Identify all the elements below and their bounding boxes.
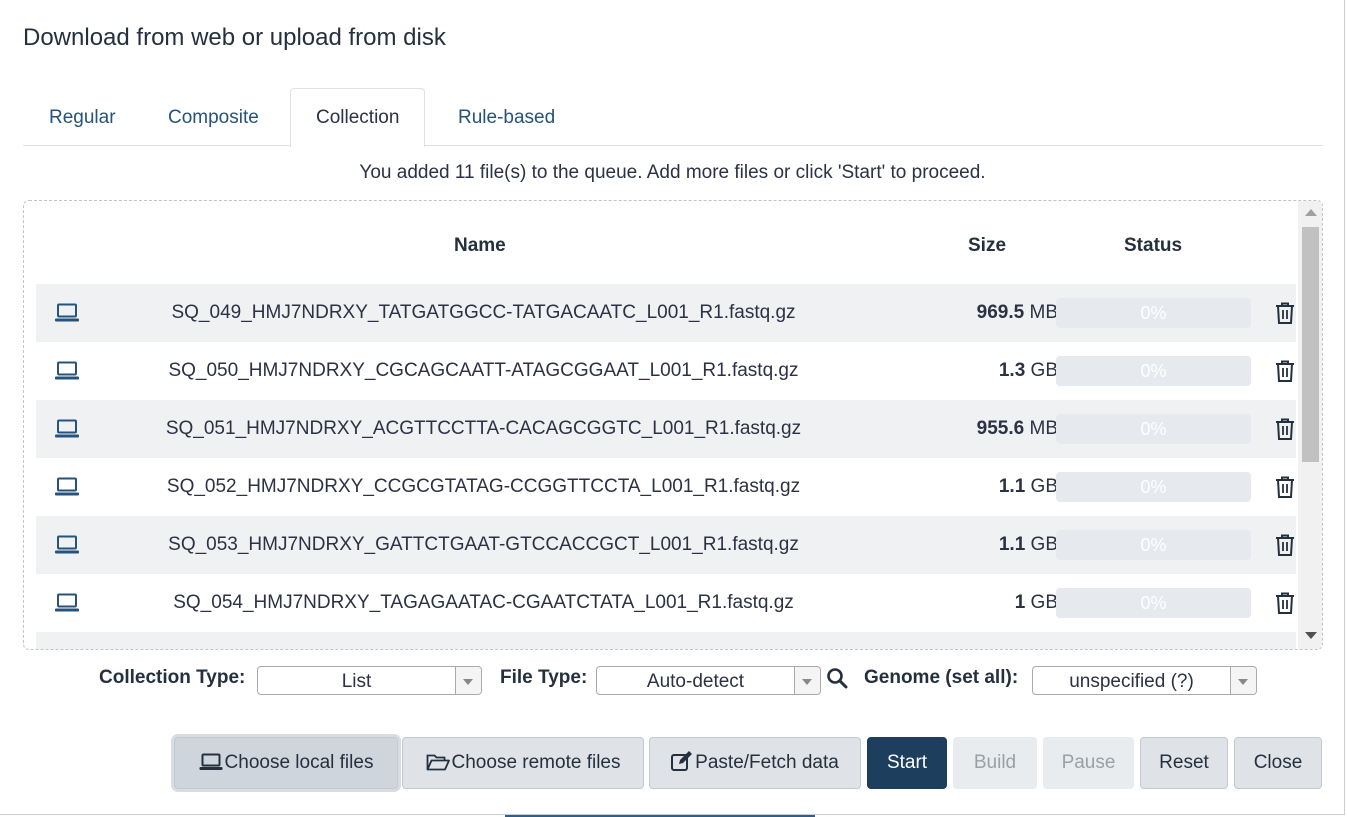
genome-label: Genome (set all): [864,667,1019,688]
choose-local-files-label: Choose local files [224,752,374,773]
table-row-partial [36,632,1296,649]
file-type-label: File Type: [500,667,588,688]
file-list: SQ_049_HMJ7NDRXY_TATGATGGCC-TATGACAATC_L… [36,284,1296,649]
search-icon[interactable] [826,667,848,689]
file-size-value: 1.1 [998,476,1026,497]
column-header-size: Size [968,235,1007,256]
collection-type-value: List [341,671,372,692]
laptop-icon[interactable] [54,419,80,439]
file-size: 1.1 GB [866,534,1058,556]
laptop-icon[interactable] [54,535,80,555]
button-bar: Choose local files Choose remote files P… [0,737,1345,789]
table-row: SQ_053_HMJ7NDRXY_GATTCTGAAT-GTCCACCGCT_L… [36,516,1296,574]
file-size-value: 955.6 [976,418,1025,439]
collection-type-dropdown-button[interactable] [455,667,481,694]
dialog-title: Download from web or upload from disk [23,24,446,51]
table-row: SQ_049_HMJ7NDRXY_TATGATGGCC-TATGACAATC_L… [36,284,1296,342]
file-name: SQ_051_HMJ7NDRXY_ACGTTCCTTA-CACAGCGGTC_L… [165,418,802,439]
choose-remote-files-label: Choose remote files [451,752,621,773]
file-name: SQ_054_HMJ7NDRXY_TAGAGAATAC-CGAATCTATA_L… [173,592,794,613]
file-name: SQ_052_HMJ7NDRXY_CCGCGTATAG-CCGGTTCCTA_L… [166,476,801,497]
file-size: 1 GB [866,592,1058,614]
chevron-down-icon [802,679,812,685]
scroll-up-arrow-icon[interactable] [1305,209,1317,216]
upload-progress-bar: 0% [1056,588,1251,618]
paste-fetch-button[interactable]: Paste/Fetch data [649,737,861,789]
table-header: Name Size Status [36,235,1296,265]
upload-progress-bar: 0% [1056,530,1251,560]
reset-button[interactable]: Reset [1140,737,1228,789]
upload-progress-bar: 0% [1056,414,1251,444]
laptop-icon[interactable] [54,361,80,381]
genome-value: unspecified (?) [1069,671,1194,692]
choose-remote-files-button[interactable]: Choose remote files [402,737,644,789]
scroll-down-arrow-icon[interactable] [1305,632,1317,639]
collection-type-label: Collection Type: [99,667,246,688]
trash-icon[interactable] [1274,475,1296,499]
paste-fetch-label: Paste/Fetch data [695,752,839,773]
upload-progress-bar: 0% [1056,356,1251,386]
file-size: 1.1 GB [866,476,1058,498]
collection-type-select[interactable]: List [257,666,482,695]
upload-progress-bar: 0% [1056,472,1251,502]
upload-dropzone[interactable]: Name Size Status SQ_049_HMJ7NDRXY_TATGAT… [23,200,1323,650]
file-size: 955.6 MB [866,418,1058,440]
trash-icon[interactable] [1274,301,1296,325]
column-header-status: Status [1124,235,1183,256]
file-size-unit: GB [1030,534,1058,555]
column-header-name: Name [454,235,506,256]
laptop-icon[interactable] [54,303,80,323]
laptop-icon[interactable] [54,477,80,497]
file-size-unit: GB [1030,476,1058,497]
tab-bar: Regular Composite Collection Rule-based [23,88,1323,147]
file-size-value: 1.1 [998,534,1026,555]
collection-options: Collection Type: List File Type: Auto-de… [0,664,1345,698]
file-size-unit: MB [1029,302,1059,323]
dropzone-scrollbar[interactable] [1298,201,1322,649]
table-row: SQ_051_HMJ7NDRXY_ACGTTCCTTA-CACAGCGGTC_L… [36,400,1296,458]
file-size-unit: GB [1030,360,1058,381]
file-size-value: 969.5 [976,302,1025,323]
file-size-unit: GB [1030,592,1058,613]
file-type-value: Auto-detect [646,671,745,692]
file-size-value: 1 [1014,592,1026,613]
trash-icon[interactable] [1274,359,1296,383]
file-name: SQ_053_HMJ7NDRXY_GATTCTGAAT-GTCCACCGCT_L… [168,534,799,555]
tab-collection[interactable]: Collection [290,88,426,147]
edit-icon [671,751,693,771]
trash-icon[interactable] [1274,533,1296,557]
folder-open-icon [426,754,450,771]
genome-select[interactable]: unspecified (?) [1032,666,1257,695]
close-button[interactable]: Close [1234,737,1322,789]
chevron-down-icon [463,679,473,685]
file-size-unit: MB [1029,418,1059,439]
trash-icon[interactable] [1274,591,1296,615]
build-button[interactable]: Build [953,737,1037,789]
pause-button[interactable]: Pause [1043,737,1134,789]
tab-rule-based[interactable]: Rule-based [432,88,581,146]
upload-progress-bar: 0% [1056,298,1251,328]
choose-local-files-button[interactable]: Choose local files [174,737,398,789]
file-name: SQ_049_HMJ7NDRXY_TATGATGGCC-TATGACAATC_L… [171,302,796,323]
chevron-down-icon [1238,679,1248,685]
file-size-value: 1.3 [998,360,1026,381]
table-row: SQ_052_HMJ7NDRXY_CCGCGTATAG-CCGGTTCCTA_L… [36,458,1296,516]
file-name: SQ_050_HMJ7NDRXY_CGCAGCAATT-ATAGCGGAAT_L… [168,360,799,381]
file-size: 1.3 GB [866,360,1058,382]
tab-regular[interactable]: Regular [23,88,142,146]
file-type-dropdown-button[interactable] [794,667,820,694]
file-size: 969.5 MB [866,302,1058,324]
scrollbar-thumb[interactable] [1302,227,1319,462]
queue-helper-text: You added 11 file(s) to the queue. Add m… [359,162,986,183]
table-row: SQ_050_HMJ7NDRXY_CGCAGCAATT-ATAGCGGAAT_L… [36,342,1296,400]
trash-icon[interactable] [1274,417,1296,441]
laptop-icon [199,753,223,770]
laptop-icon[interactable] [54,593,80,613]
file-type-select[interactable]: Auto-detect [596,666,821,695]
table-row: SQ_054_HMJ7NDRXY_TAGAGAATAC-CGAATCTATA_L… [36,574,1296,632]
start-button[interactable]: Start [867,737,947,789]
tab-composite[interactable]: Composite [142,88,285,146]
genome-dropdown-button[interactable] [1230,667,1256,694]
upload-dialog: Download from web or upload from disk Re… [0,0,1345,815]
